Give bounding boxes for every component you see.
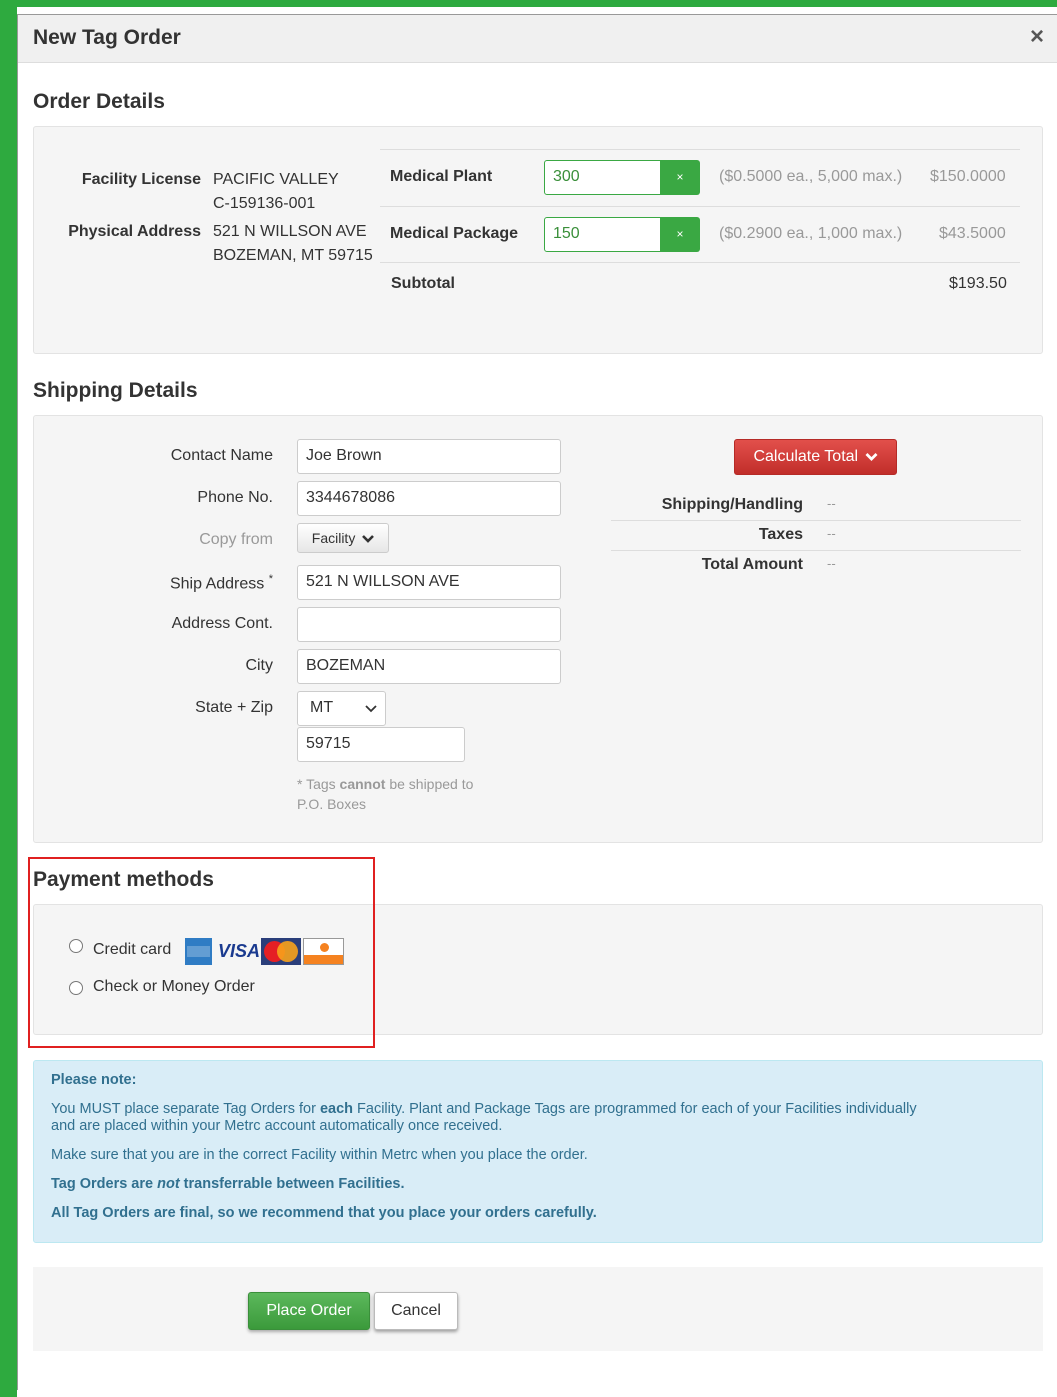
modal-header: New Tag Order ×: [18, 15, 1057, 63]
window-frame-edge: [7, 7, 17, 1397]
copy-from-button-label: Facility: [311, 530, 356, 546]
chevron-down-icon: [865, 452, 878, 461]
medical-plant-label: Medical Plant: [390, 168, 493, 185]
po-box-note: * Tags cannot be shipped to: [297, 776, 473, 792]
note-paragraph-1: You MUST place separate Tag Orders for e…: [51, 1101, 917, 1118]
ship-address-input[interactable]: 521 N WILLSON AVE: [297, 565, 561, 600]
shipping-details-title: Shipping Details: [33, 379, 198, 402]
medical-plant-clear-button[interactable]: ×: [660, 160, 700, 195]
cancel-button[interactable]: Cancel: [374, 1292, 458, 1330]
physical-address-label: Physical Address: [68, 223, 201, 240]
divider: [380, 149, 1020, 150]
ship-address-label-text: Ship Address: [169, 575, 265, 593]
po-box-note-line2: P.O. Boxes: [297, 796, 367, 812]
chevron-down-icon: [365, 705, 377, 713]
divider: [380, 206, 1020, 207]
note-p1-post: Facility. Plant and Package Tags are pro…: [353, 1101, 917, 1117]
close-icon[interactable]: ×: [1030, 23, 1044, 51]
address-cont-input[interactable]: [297, 607, 561, 642]
copy-from-label: Copy from: [199, 531, 273, 548]
note-p3-pre: Tag Orders are: [51, 1176, 158, 1192]
taxes-label: Taxes: [758, 526, 803, 543]
divider: [611, 520, 1021, 521]
note-paragraph-1-line2: and are placed within your Metrc account…: [51, 1118, 503, 1134]
note-paragraph-4: All Tag Orders are final, so we recommen…: [51, 1205, 597, 1221]
new-tag-order-modal: New Tag Order × Order Details Facility L…: [17, 14, 1057, 1390]
facility-license-label: Facility License: [81, 171, 201, 188]
state-select-value: MT: [310, 699, 334, 716]
address-cont-label: Address Cont.: [171, 615, 273, 632]
medical-package-price-info: ($0.2900 ea., 1,000 max.): [719, 225, 903, 242]
calculate-total-button[interactable]: Calculate Total: [734, 439, 897, 475]
medical-package-clear-button[interactable]: ×: [660, 217, 700, 252]
note-paragraph-3: Tag Orders are not transferrable between…: [51, 1176, 405, 1193]
po-box-note-prefix: * Tags: [297, 776, 340, 792]
medical-package-quantity-input[interactable]: 150: [544, 217, 661, 252]
physical-address-line1: 521 N WILLSON AVE: [213, 223, 367, 240]
medical-plant-total: $150.0000: [930, 168, 1006, 185]
note-p1-pre: You MUST place separate Tag Orders for: [51, 1101, 320, 1117]
modal-title: New Tag Order: [33, 26, 181, 49]
shipping-handling-value: --: [827, 496, 836, 511]
note-p3-em: not: [157, 1176, 180, 1192]
divider: [611, 550, 1021, 551]
total-amount-label: Total Amount: [701, 556, 803, 573]
shipping-handling-label: Shipping/Handling: [661, 496, 803, 513]
facility-name: PACIFIC VALLEY: [213, 171, 339, 188]
total-amount-value: --: [827, 556, 836, 571]
place-order-button[interactable]: Place Order: [248, 1292, 370, 1330]
subtotal-value: $193.50: [949, 275, 1007, 292]
medical-plant-quantity-input[interactable]: 300: [544, 160, 661, 195]
note-p3-post: transferrable between Facilities.: [179, 1176, 405, 1192]
medical-package-label: Medical Package: [390, 225, 519, 242]
phone-label: Phone No.: [197, 489, 273, 506]
copy-from-facility-button[interactable]: Facility: [297, 523, 389, 553]
note-heading: Please note:: [51, 1072, 137, 1088]
note-paragraph-2: Make sure that you are in the correct Fa…: [51, 1147, 588, 1163]
po-box-note-suffix: be shipped to: [385, 776, 474, 792]
state-select[interactable]: MT: [297, 691, 386, 726]
please-note-alert: Please note: You MUST place separate Tag…: [33, 1060, 1043, 1243]
contact-name-label: Contact Name: [170, 447, 273, 464]
state-zip-label: State + Zip: [195, 699, 273, 716]
medical-package-total: $43.5000: [939, 225, 1006, 242]
required-mark: *: [268, 573, 273, 585]
note-p1-bold: each: [319, 1101, 353, 1117]
po-box-note-bold: cannot: [339, 776, 386, 792]
taxes-value: --: [827, 526, 836, 541]
zip-input[interactable]: 59715: [297, 727, 465, 762]
ship-address-label: Ship Address *: [98, 573, 273, 593]
chevron-down-icon: [362, 535, 375, 544]
city-input[interactable]: BOZEMAN: [297, 649, 561, 684]
phone-input[interactable]: 3344678086: [297, 481, 561, 516]
payment-methods-highlight: [28, 857, 375, 1048]
contact-name-input[interactable]: Joe Brown: [297, 439, 561, 474]
medical-plant-price-info: ($0.5000 ea., 5,000 max.): [719, 168, 903, 185]
facility-license-number: C-159136-001: [213, 195, 316, 212]
city-label: City: [245, 657, 273, 674]
divider: [380, 262, 1020, 263]
physical-address-line2: BOZEMAN, MT 59715: [213, 247, 373, 264]
subtotal-label: Subtotal: [391, 275, 455, 292]
calculate-total-label: Calculate Total: [753, 448, 859, 465]
order-details-title: Order Details: [33, 90, 165, 113]
modal-footer: [33, 1267, 1043, 1351]
